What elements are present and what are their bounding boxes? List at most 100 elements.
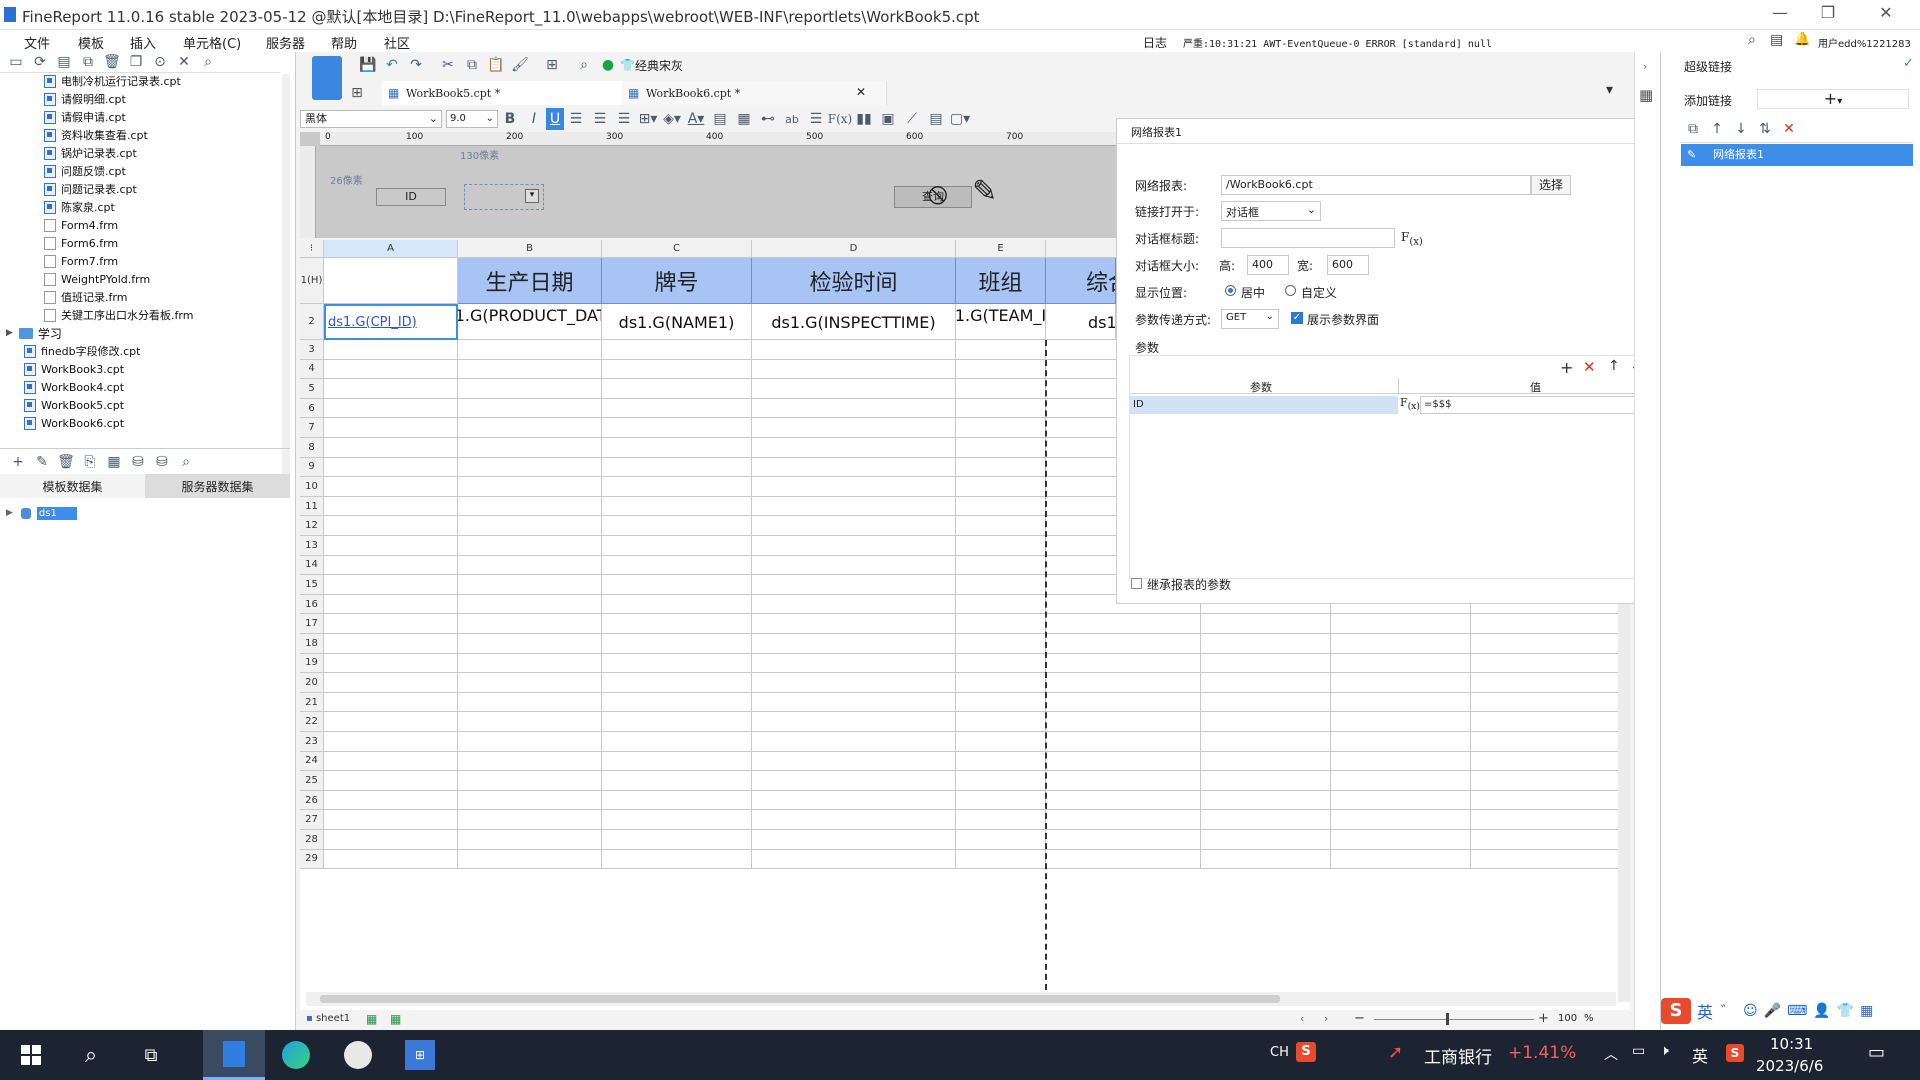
grid-cell[interactable]	[1046, 692, 1630, 713]
grid-cell[interactable]	[602, 340, 752, 360]
move-up-icon[interactable]: ↑	[1608, 358, 1620, 374]
grid-menu-icon[interactable]: ▦	[1860, 1003, 1873, 1019]
scrollbar-thumb[interactable]	[320, 995, 1280, 1003]
grid-cell[interactable]	[324, 398, 458, 419]
grid-cell[interactable]	[752, 575, 956, 595]
grid-cell[interactable]	[956, 614, 1046, 634]
pencil-icon[interactable]: ✎	[972, 174, 997, 209]
redo-icon[interactable]: ↷	[404, 54, 428, 76]
dataset-label[interactable]: ds1	[36, 506, 77, 520]
more-icon[interactable]: ▢▾	[948, 108, 972, 130]
grid-cell[interactable]	[324, 692, 458, 713]
row-header[interactable]: 9	[300, 457, 324, 478]
grid-cell[interactable]	[324, 712, 458, 732]
grid-cell[interactable]	[752, 634, 956, 654]
grid-cell[interactable]	[956, 379, 1046, 399]
grid-cell[interactable]	[1046, 790, 1630, 811]
grid-cell[interactable]	[458, 340, 602, 360]
cell-d1[interactable]: 检验时间	[752, 258, 956, 304]
grid-cell[interactable]	[324, 575, 458, 595]
ime-indicator[interactable]: CH	[1270, 1045, 1289, 1060]
row-header[interactable]: 27	[300, 810, 324, 830]
grid-cell[interactable]	[602, 771, 752, 791]
cell-a1[interactable]	[324, 258, 458, 304]
next-page-icon[interactable]: ›	[1324, 1012, 1328, 1025]
clock-time[interactable]: 10:31	[1770, 1035, 1813, 1053]
image-icon[interactable]: ▣	[876, 108, 900, 130]
grid-cell[interactable]	[602, 712, 752, 732]
close-tab-icon[interactable]: ✕	[856, 85, 866, 99]
grid-cell[interactable]	[1046, 634, 1630, 654]
list-icon[interactable]: ☰	[804, 108, 828, 130]
grid-cell[interactable]	[458, 849, 602, 870]
insert-link-icon[interactable]: ⊷	[756, 108, 780, 130]
zoom-out-icon[interactable]: −	[1354, 1011, 1365, 1026]
grid-cell[interactable]	[602, 555, 752, 576]
copy-icon[interactable]: ⧉	[76, 51, 100, 73]
check-icon[interactable]: ●	[596, 54, 620, 76]
row-header[interactable]: 19	[300, 653, 324, 674]
grid-cell[interactable]	[956, 653, 1046, 674]
grid-cell[interactable]	[956, 418, 1046, 438]
zoom-slider-thumb[interactable]	[1446, 1013, 1449, 1025]
dialog-title-input[interactable]	[1221, 228, 1395, 248]
menu-server[interactable]: 服务器	[266, 33, 305, 52]
row-header[interactable]: 6	[300, 398, 324, 419]
close-button[interactable]: ✕	[1866, 3, 1906, 27]
tree-item[interactable]: 陈家泉.cpt	[44, 198, 115, 216]
grid-cell[interactable]	[324, 496, 458, 517]
copy-icon[interactable]: ⧉	[1681, 118, 1705, 140]
menu-community[interactable]: 社区	[384, 33, 410, 52]
grid-cell[interactable]	[956, 732, 1046, 752]
formula-icon[interactable]: F(x)	[828, 108, 852, 130]
tree-item[interactable]: 值班记录.frm	[44, 288, 127, 306]
menu-template[interactable]: 模板	[78, 33, 104, 52]
server-db-icon[interactable]: ⛁	[150, 451, 174, 473]
param-combo[interactable]: ▾	[464, 184, 544, 210]
user-icon[interactable]: 👤	[1813, 1003, 1830, 1019]
grid-cell[interactable]	[602, 536, 752, 556]
delete-icon[interactable]: 🗑	[54, 451, 78, 473]
grid-cell[interactable]	[324, 732, 458, 752]
italic-icon[interactable]: I	[522, 108, 546, 130]
subreport-icon[interactable]: ▤	[924, 108, 948, 130]
mic-icon[interactable]: 🎤	[1764, 1003, 1781, 1019]
param-name-cell[interactable]: ID	[1130, 396, 1398, 414]
grid-cell[interactable]	[956, 516, 1046, 536]
row-header[interactable]: 1(H)	[300, 258, 324, 304]
grid-cell[interactable]	[1046, 653, 1630, 674]
border-icon[interactable]: ⊞▾	[636, 108, 660, 130]
row-header[interactable]: 8	[300, 438, 324, 458]
save-icon[interactable]: 💾	[356, 54, 380, 76]
start-button[interactable]	[0, 1030, 62, 1080]
grid-cell[interactable]	[458, 653, 602, 674]
search-icon[interactable]: ⌕	[1748, 32, 1756, 48]
delete-icon[interactable]: ✕	[1777, 118, 1801, 140]
grid-cell[interactable]	[458, 790, 602, 811]
grid-cell[interactable]	[602, 751, 752, 772]
grid-cell[interactable]	[458, 555, 602, 576]
undo-icon[interactable]: ↶	[380, 54, 404, 76]
tree-item[interactable]: WorkBook3.cpt	[24, 360, 124, 378]
row-header[interactable]: 14	[300, 555, 324, 576]
grid-cell[interactable]	[956, 673, 1046, 693]
search-icon[interactable]: ⌕	[196, 51, 220, 73]
grid-cell[interactable]	[752, 594, 956, 615]
grid-cell[interactable]	[752, 673, 956, 693]
tab-workbook6[interactable]: ▦ WorkBook6.cpt * ✕	[622, 81, 887, 105]
row-header[interactable]: 7	[300, 418, 324, 438]
grid-cell[interactable]	[752, 790, 956, 811]
grid-cell[interactable]	[1046, 751, 1630, 772]
grid-cell[interactable]	[956, 771, 1046, 791]
width-input[interactable]: 600	[1327, 255, 1369, 275]
grid-cell[interactable]	[458, 771, 602, 791]
task-view-icon[interactable]: ⧉	[120, 1030, 182, 1080]
row-header[interactable]: 17	[300, 614, 324, 634]
grid-cell[interactable]	[324, 830, 458, 850]
report-path-input[interactable]: /WorkBook6.cpt	[1221, 175, 1531, 195]
grid-cell[interactable]	[602, 457, 752, 478]
edit-icon[interactable]: ✓	[1903, 56, 1914, 71]
grid-cell[interactable]	[752, 438, 956, 458]
grid-cell[interactable]	[458, 810, 602, 830]
tree-scrollbar[interactable]	[282, 74, 290, 484]
